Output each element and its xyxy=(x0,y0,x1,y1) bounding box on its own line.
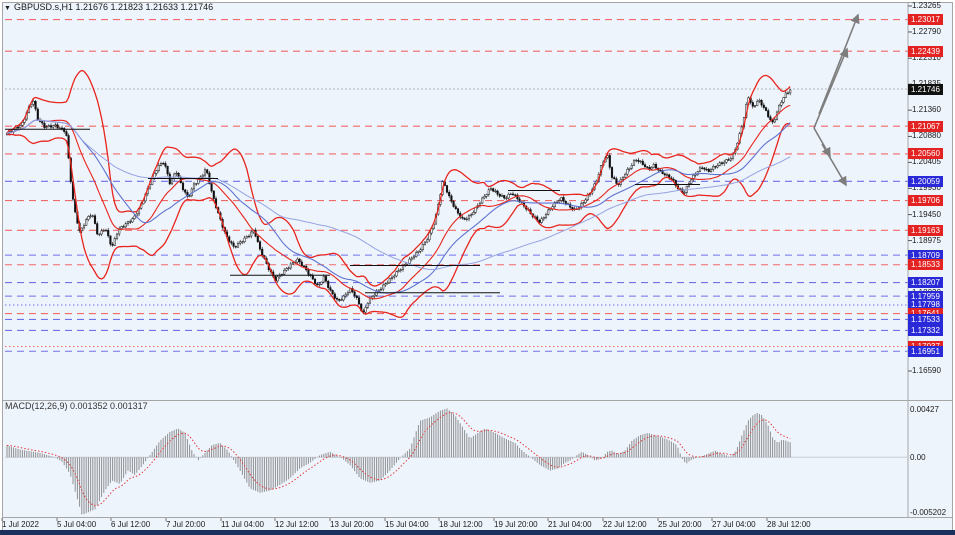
time-tick-label: 22 Jul 12:00 xyxy=(603,520,647,529)
forecast-arrow[interactable] xyxy=(814,49,847,128)
macd-indicator-label: MACD(12,26,9) 0.001352 0.001317 xyxy=(5,401,148,411)
bollinger-lower-band xyxy=(7,124,790,318)
price-level-label-1.18533: 1.18533 xyxy=(908,259,943,270)
chart-dropdown-icon[interactable]: ▼ xyxy=(4,5,11,12)
level-lines-layer xyxy=(5,20,908,352)
time-tick-label: 6 Jul 12:00 xyxy=(111,520,150,529)
price-tick-label: 1.22790 xyxy=(912,27,941,37)
macd-axis-max: 0.00427 xyxy=(910,405,939,414)
macd-axis-min: -0.005202 xyxy=(910,508,946,517)
forecast-arrow[interactable] xyxy=(822,144,846,185)
price-level-label-1.20560: 1.20560 xyxy=(908,148,943,159)
price-level-label-1.21067: 1.21067 xyxy=(908,121,943,132)
time-tick-label: 15 Jul 04:00 xyxy=(385,520,429,529)
time-tick-label: 18 Jul 12:00 xyxy=(439,520,483,529)
price-level-label-1.22439: 1.22439 xyxy=(908,46,943,57)
current-price-label: 1.21746 xyxy=(908,84,943,95)
price-level-label-1.16951: 1.16951 xyxy=(908,346,943,357)
price-level-label-1.17533: 1.17533 xyxy=(908,314,943,325)
price-tick-label: 1.18975 xyxy=(912,236,941,246)
time-tick-label: 19 Jul 20:00 xyxy=(494,520,538,529)
macd-axis-zero: 0.00 xyxy=(910,453,926,462)
time-axis[interactable]: 1 Jul 2022 5 Jul 04:00 6 Jul 12:00 7 Jul 20… xyxy=(0,519,955,530)
price-level-label-1.17332: 1.17332 xyxy=(908,325,943,336)
forecast-arrows-layer xyxy=(814,15,858,185)
time-tick-label: 12 Jul 12:00 xyxy=(275,520,319,529)
symbol-ohlc-text: GBPUSD.s,H1 1.21676 1.21823 1.21633 1.21… xyxy=(14,2,213,12)
bollinger-upper-band xyxy=(7,71,790,287)
price-level-label-1.18207: 1.18207 xyxy=(908,277,943,288)
time-tick-label: 11 Jul 04:00 xyxy=(221,520,264,529)
price-tick-label: 1.19450 xyxy=(912,210,941,220)
price-level-label-1.19706: 1.19706 xyxy=(908,195,943,206)
time-tick-label: 7 Jul 20:00 xyxy=(166,520,205,529)
time-tick-label: 13 Jul 20:00 xyxy=(330,520,374,529)
price-tick-label: 1.23265 xyxy=(912,1,941,11)
price-tick-label: 1.21360 xyxy=(912,105,941,115)
price-level-label-1.23017: 1.23017 xyxy=(908,14,943,25)
metatrader-window: ▼GBPUSD.s,H1 1.21676 1.21823 1.21633 1.2… xyxy=(0,0,955,535)
forecast-arrow[interactable] xyxy=(819,15,858,114)
time-tick-label: 27 Jul 04:00 xyxy=(712,520,756,529)
ma-fast-line xyxy=(7,120,790,293)
time-tick-label: 21 Jul 04:00 xyxy=(548,520,592,529)
price-level-label-1.19163: 1.19163 xyxy=(908,225,943,236)
taskbar-strip[interactable] xyxy=(0,530,955,535)
price-level-label-1.20059: 1.20059 xyxy=(908,176,943,187)
forecast-arrow[interactable] xyxy=(814,128,830,156)
price-tick-label: 1.16590 xyxy=(912,366,941,376)
chart-title-bar: ▼GBPUSD.s,H1 1.21676 1.21823 1.21633 1.2… xyxy=(4,2,213,12)
time-tick-label: 28 Jul 12:00 xyxy=(767,520,811,529)
price-chart-canvas[interactable] xyxy=(0,0,955,535)
price-tick-label: 1.20880 xyxy=(912,131,941,141)
macd-histogram-layer xyxy=(7,409,790,515)
time-tick-label: 25 Jul 20:00 xyxy=(658,520,702,529)
time-tick-label: 1 Jul 2022 xyxy=(2,520,39,529)
time-tick-label: 5 Jul 04:00 xyxy=(57,520,96,529)
